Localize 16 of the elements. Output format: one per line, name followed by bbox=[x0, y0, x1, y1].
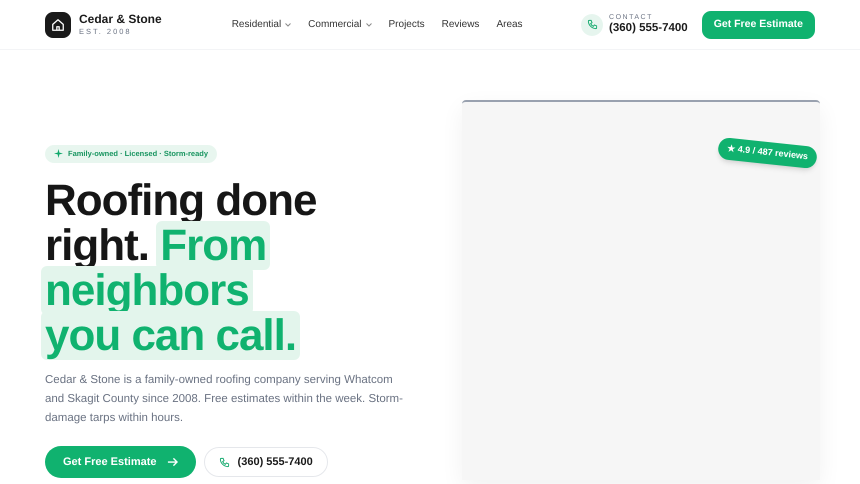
brand-name: Cedar & Stone bbox=[79, 13, 162, 26]
nav-link[interactable]: Areas bbox=[496, 17, 523, 32]
phone-icon bbox=[218, 456, 230, 468]
contact-phone[interactable]: (360) 555-7400 bbox=[609, 23, 688, 35]
nav-link[interactable]: Projects bbox=[388, 17, 425, 32]
nav-link[interactable]: Reviews bbox=[442, 17, 480, 32]
arrow-right-icon bbox=[166, 457, 178, 467]
nav-link[interactable]: Commercial bbox=[308, 17, 372, 32]
nav-link[interactable]: Residential bbox=[232, 17, 292, 32]
chevron-down-icon bbox=[366, 22, 372, 26]
phone-icon bbox=[581, 14, 604, 36]
description: Cedar & Stone is a family-owned roofing company serving Whatcom and Skagit County since 2008. Free estimates within the week. Storm-damage tarps within hours. bbox=[45, 373, 404, 426]
logo-icon bbox=[45, 12, 71, 38]
sparkle-icon bbox=[54, 149, 63, 158]
chevron-down-icon bbox=[285, 22, 292, 26]
phone-button[interactable]: (360) 555-7400 bbox=[204, 447, 328, 477]
